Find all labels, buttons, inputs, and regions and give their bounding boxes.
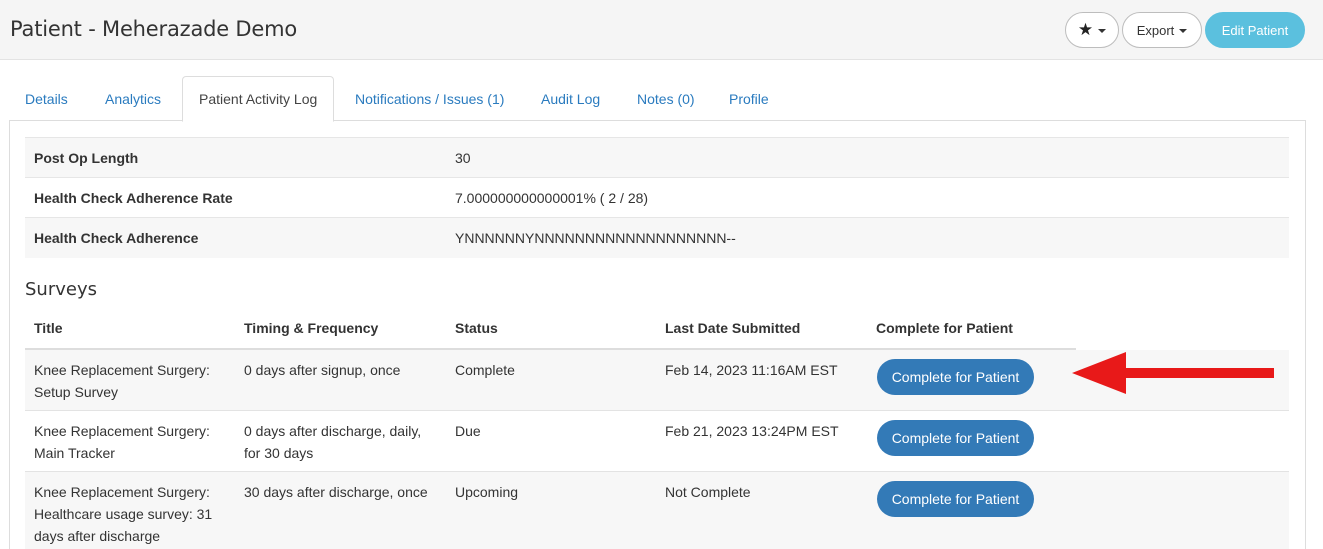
summary-key: Post Op Length: [34, 150, 139, 166]
survey-timing-line: 0 days after discharge, daily,: [244, 423, 422, 439]
survey-status: Due: [455, 423, 481, 439]
summary-value: 30: [455, 150, 471, 166]
export-label: Export: [1136, 22, 1175, 38]
survey-last-submitted: Feb 21, 2023 13:24PM EST: [665, 423, 839, 439]
survey-title-line: days after discharge: [34, 528, 161, 544]
survey-title-line: Knee Replacement Surgery:: [34, 484, 210, 500]
summary-row: Health Check Adherence YNNNNNNYNNNNNNNNN…: [25, 218, 1289, 258]
survey-title: Knee Replacement Surgery: Setup Survey: [34, 359, 210, 403]
summary-row: Health Check Adherence Rate 7.0000000000…: [25, 178, 1289, 218]
column-header-complete: Complete for Patient: [876, 320, 1013, 336]
export-dropdown-button[interactable]: Export: [1122, 12, 1202, 48]
tab-notifications-issues[interactable]: Notifications / Issues (1): [355, 76, 504, 121]
survey-timing: 0 days after signup, once: [244, 362, 401, 378]
favorite-dropdown-button[interactable]: ★: [1065, 12, 1119, 48]
tab-analytics[interactable]: Analytics: [105, 76, 161, 121]
survey-title: Knee Replacement Surgery: Main Tracker: [34, 420, 210, 464]
survey-title-line: Knee Replacement Surgery:: [34, 362, 210, 378]
tab-details[interactable]: Details: [25, 76, 68, 121]
survey-title: Knee Replacement Surgery: Healthcare usa…: [34, 481, 212, 547]
row-divider: [25, 410, 1289, 411]
complete-for-patient-button[interactable]: Complete for Patient: [877, 420, 1034, 456]
tab-patient-activity-log[interactable]: Patient Activity Log: [182, 76, 335, 122]
complete-for-patient-button[interactable]: Complete for Patient: [877, 359, 1034, 395]
survey-last-submitted: Feb 14, 2023 11:16AM EST: [665, 362, 838, 378]
caret-down-icon: [1179, 29, 1188, 33]
summary-row: Post Op Length 30: [25, 138, 1289, 178]
column-header-status: Status: [455, 320, 498, 336]
tab-bar: Details Analytics Patient Activity Log N…: [9, 76, 1306, 122]
survey-timing: 30 days after discharge, once: [244, 484, 428, 500]
red-arrow-annotation: [1072, 352, 1274, 394]
survey-status: Upcoming: [455, 484, 519, 500]
summary-key: Health Check Adherence: [34, 230, 199, 246]
survey-timing-line: for 30 days: [244, 445, 314, 461]
star-icon: ★: [1077, 20, 1094, 39]
column-header-timing: Timing & Frequency: [244, 320, 379, 336]
tab-notes[interactable]: Notes (0): [637, 76, 695, 121]
table-row: [25, 472, 1289, 549]
survey-title-line: Healthcare usage survey: 31: [34, 506, 213, 522]
arrow-left-icon: [1072, 352, 1274, 394]
column-header-last-submitted: Last Date Submitted: [665, 320, 801, 336]
survey-title-line: Knee Replacement Surgery:: [34, 423, 210, 439]
survey-title-line: Main Tracker: [34, 445, 115, 461]
surveys-heading: Surveys: [25, 279, 97, 300]
page-header: Patient - Meherazade Demo ★ Export Edit …: [0, 0, 1323, 60]
survey-title-line: Setup Survey: [34, 384, 119, 400]
tab-audit-log[interactable]: Audit Log: [541, 76, 600, 121]
column-header-title: Title: [34, 320, 63, 336]
page-title: Patient - Meherazade Demo: [10, 17, 298, 41]
tab-profile[interactable]: Profile: [729, 76, 769, 121]
complete-for-patient-button[interactable]: Complete for Patient: [877, 481, 1034, 517]
survey-timing: 0 days after discharge, daily, for 30 da…: [244, 420, 421, 464]
caret-down-icon: [1098, 29, 1107, 33]
survey-last-submitted: Not Complete: [665, 484, 751, 500]
summary-key: Health Check Adherence Rate: [34, 190, 233, 206]
summary-value: 7.000000000000001% ( 2 / 28): [455, 190, 649, 206]
survey-status: Complete: [455, 362, 515, 378]
edit-patient-button[interactable]: Edit Patient: [1205, 12, 1305, 48]
summary-value: YNNNNNNYNNNNNNNNNNNNNNNNNNN--: [455, 230, 736, 246]
